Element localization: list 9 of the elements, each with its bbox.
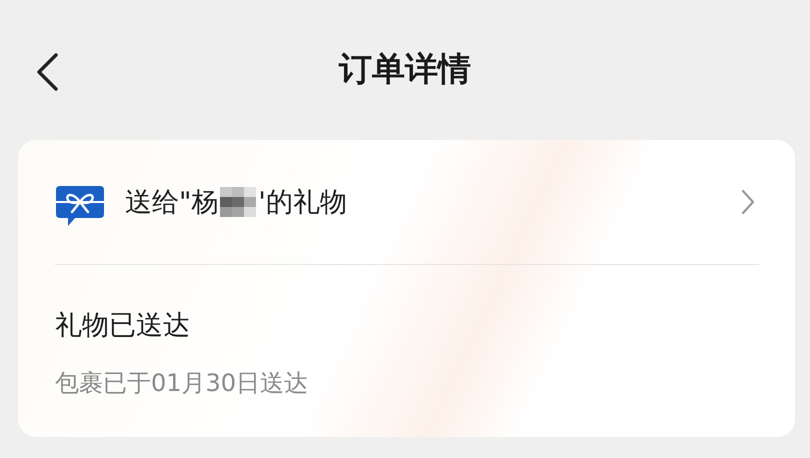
page-title: 订单详情 (339, 48, 471, 90)
gift-message-icon (55, 184, 105, 228)
gift-row[interactable]: 送给"杨 '的礼物 (55, 140, 759, 264)
delivery-status: 礼物已送达 (55, 309, 191, 343)
gift-title: '的礼物 (258, 186, 347, 220)
gift-title: 送给"杨 (125, 186, 218, 220)
chevron-right-icon (741, 189, 755, 215)
delivery-detail: 包裹已于01月30日送达 (55, 368, 310, 399)
pixelated-mosaic (220, 187, 256, 217)
